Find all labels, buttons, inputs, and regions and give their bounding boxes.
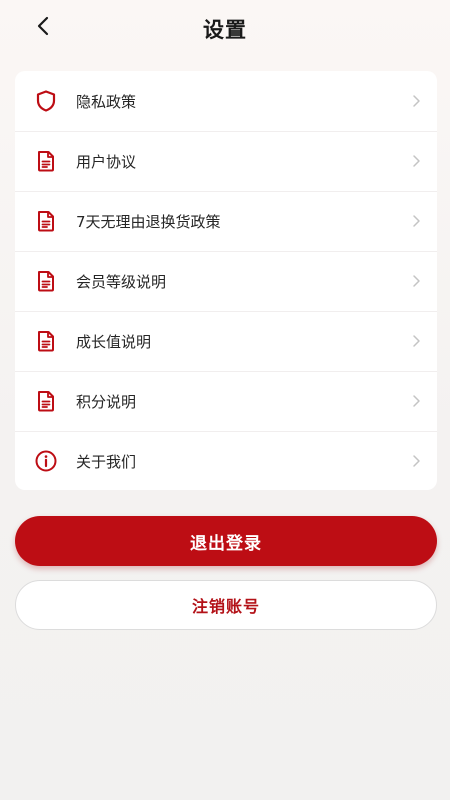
chevron-right-icon xyxy=(407,211,427,231)
chevron-right-icon xyxy=(407,271,427,291)
chevron-right-icon xyxy=(407,391,427,411)
chevron-right-icon xyxy=(407,91,427,111)
menu-item-points[interactable]: 积分说明 xyxy=(15,371,437,431)
top-bar: 设置 xyxy=(0,0,450,56)
info-icon xyxy=(31,446,61,476)
shield-icon xyxy=(31,86,61,116)
menu-item-label: 积分说明 xyxy=(76,392,137,411)
chevron-right-icon xyxy=(407,451,427,471)
menu-item-label: 隐私政策 xyxy=(76,92,137,111)
settings-menu-card: 隐私政策 用户协议 7天无理由退换货政策 会员等级说明 成长值说明 积分说明 关… xyxy=(15,71,437,490)
logout-button[interactable]: 退出登录 xyxy=(15,516,437,566)
cancel-account-button[interactable]: 注销账号 xyxy=(15,580,437,630)
menu-item-membership-levels[interactable]: 会员等级说明 xyxy=(15,251,437,311)
menu-item-label: 7天无理由退换货政策 xyxy=(76,212,221,231)
document-icon xyxy=(31,206,61,236)
page-title: 设置 xyxy=(203,18,247,42)
menu-item-label: 关于我们 xyxy=(76,452,137,471)
menu-item-label: 用户协议 xyxy=(76,152,137,171)
chevron-right-icon xyxy=(407,331,427,351)
document-icon xyxy=(31,326,61,356)
menu-item-label: 会员等级说明 xyxy=(76,272,167,291)
menu-item-about-us[interactable]: 关于我们 xyxy=(15,431,437,490)
menu-item-growth-points[interactable]: 成长值说明 xyxy=(15,311,437,371)
menu-item-return-policy[interactable]: 7天无理由退换货政策 xyxy=(15,191,437,251)
menu-item-user-agreement[interactable]: 用户协议 xyxy=(15,131,437,191)
menu-item-label: 成长值说明 xyxy=(76,332,152,351)
document-icon xyxy=(31,266,61,296)
document-icon xyxy=(31,146,61,176)
chevron-right-icon xyxy=(407,151,427,171)
menu-item-privacy-policy[interactable]: 隐私政策 xyxy=(15,71,437,131)
document-icon xyxy=(31,386,61,416)
